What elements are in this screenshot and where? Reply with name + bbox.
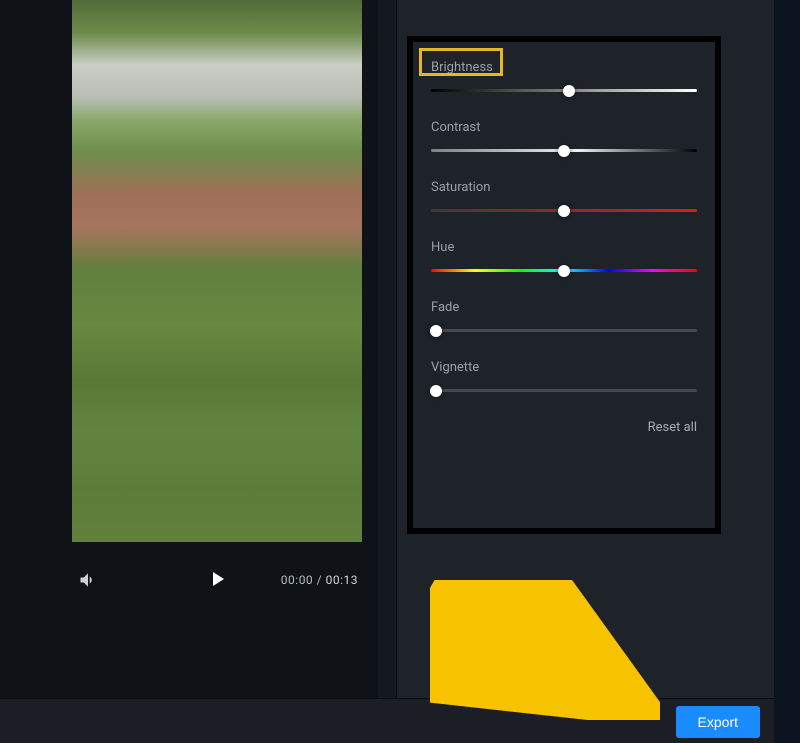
slider-thumb[interactable]: [558, 145, 570, 157]
slider-label: Hue: [431, 240, 697, 255]
contrast-slider[interactable]: [431, 149, 697, 152]
vignette-slider[interactable]: [431, 389, 697, 392]
play-icon[interactable]: [205, 567, 229, 594]
slider-saturation: Saturation: [431, 180, 697, 212]
total-time: 00:13: [326, 573, 358, 587]
export-button[interactable]: Export: [676, 706, 760, 738]
slider-thumb[interactable]: [558, 265, 570, 277]
slider-brightness: Brightness: [431, 60, 697, 92]
player-controls: 00:00 / 00:13: [72, 560, 362, 600]
preview-panel: 00:00 / 00:13: [0, 0, 378, 698]
slider-vignette: Vignette: [431, 360, 697, 392]
brightness-slider[interactable]: [431, 89, 697, 92]
slider-label: Fade: [431, 300, 697, 315]
slider-hue: Hue: [431, 240, 697, 272]
current-time: 00:00: [281, 573, 313, 587]
slider-label: Saturation: [431, 180, 697, 195]
slider-thumb[interactable]: [558, 205, 570, 217]
hue-slider[interactable]: [431, 269, 697, 272]
video-preview[interactable]: [72, 0, 362, 542]
reset-all-button[interactable]: Reset all: [431, 420, 697, 435]
adjustments-box: Brightness Contrast Saturation Hue Fade: [407, 36, 721, 534]
slider-label: Vignette: [431, 360, 697, 375]
slider-thumb[interactable]: [430, 325, 442, 337]
right-edge-strip: [774, 0, 800, 743]
slider-thumb[interactable]: [430, 385, 442, 397]
volume-icon[interactable]: [78, 570, 98, 590]
slider-label: Contrast: [431, 120, 697, 135]
slider-thumb[interactable]: [563, 85, 575, 97]
adjustments-panel: Brightness Contrast Saturation Hue Fade: [396, 0, 800, 698]
fade-slider[interactable]: [431, 329, 697, 332]
slider-fade: Fade: [431, 300, 697, 332]
bottom-bar: Export: [0, 698, 800, 743]
saturation-slider[interactable]: [431, 209, 697, 212]
slider-label: Brightness: [431, 60, 697, 75]
slider-contrast: Contrast: [431, 120, 697, 152]
time-display: 00:00 / 00:13: [281, 573, 358, 587]
